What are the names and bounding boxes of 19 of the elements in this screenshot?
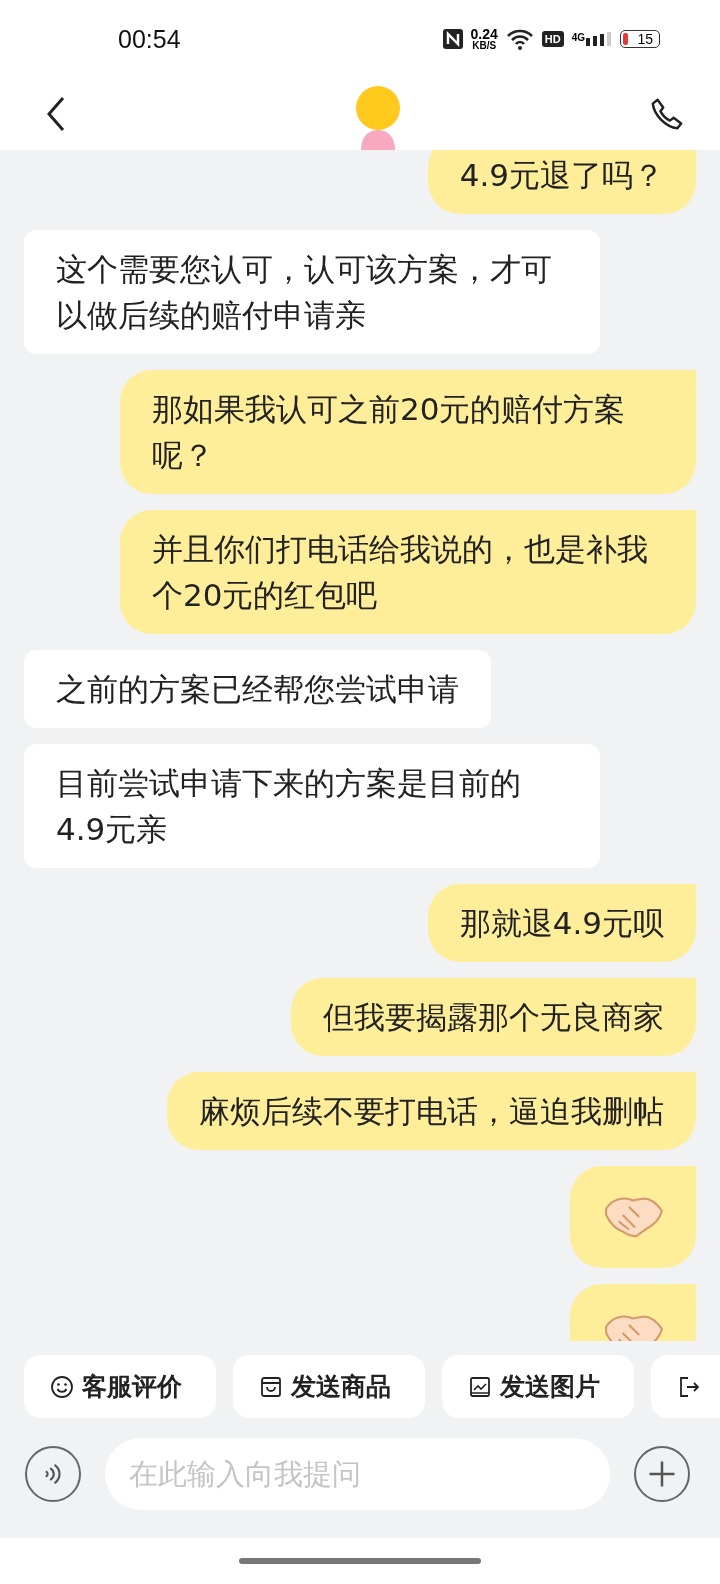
- message-bubble: 麻烦后续不要打电话，逼迫我删帖: [167, 1072, 696, 1150]
- message-bubble: 但我要揭露那个无良商家: [291, 978, 696, 1056]
- quick-action-button[interactable]: 发送图片: [442, 1355, 634, 1418]
- message-bubble: 那就退4.9元呗: [427, 884, 696, 962]
- message-bubble: 那如果我认可之前20元的赔付方案呢？: [120, 370, 696, 494]
- message-bubble: 之前的方案已经帮您尝试申请: [24, 650, 491, 728]
- battery-icon: 15: [620, 30, 660, 48]
- hd-badge: HD: [541, 31, 564, 47]
- network-type: 4G: [571, 32, 585, 43]
- clock-time: 00:54: [118, 24, 181, 54]
- quick-action-button[interactable]: 客服评价: [24, 1355, 216, 1418]
- message-bubble: 并且你们打电话给我说的，也是补我个20元的红包吧: [120, 510, 696, 634]
- speed-unit: KB/S: [472, 41, 497, 51]
- quick-action-button[interactable]: 发送商品: [233, 1355, 425, 1418]
- message-bubble: 4.9元退了吗？: [427, 150, 696, 214]
- message-bubble: 目前尝试申请下来的方案是目前的4.9元亲: [24, 744, 600, 868]
- network-speed: 0.24: [470, 27, 498, 41]
- message-bubble: 这个需要您认可，认可该方案，才可以做后续的赔付申请亲: [24, 230, 600, 354]
- message-input[interactable]: 在此输入向我提问: [105, 1438, 610, 1510]
